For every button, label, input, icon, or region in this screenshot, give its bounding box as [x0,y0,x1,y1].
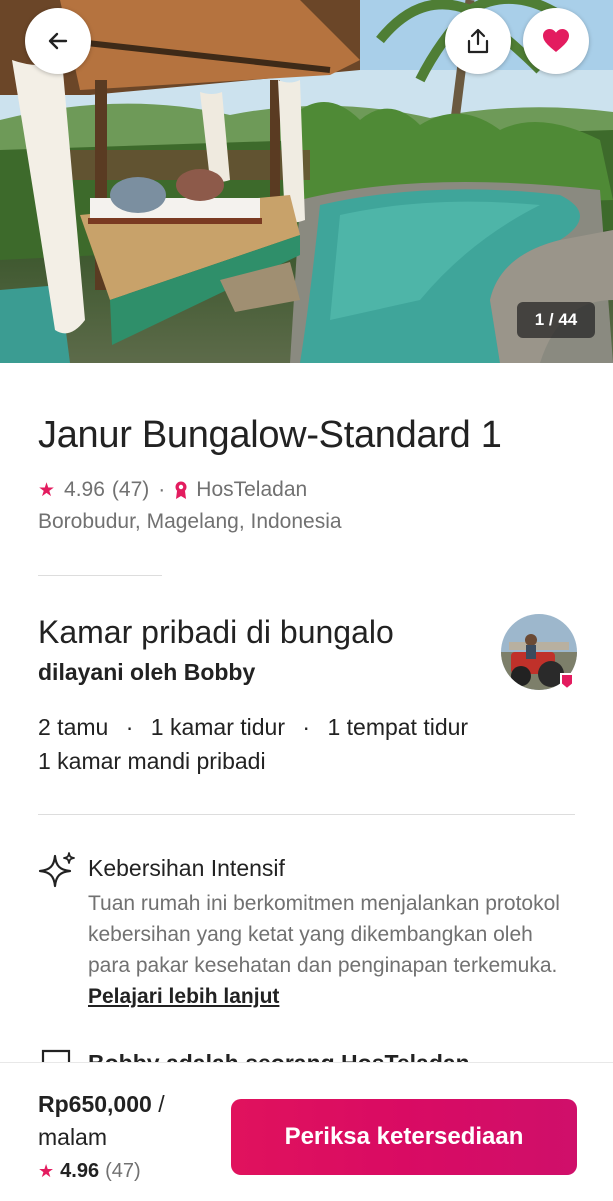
host-avatar-image [501,614,577,691]
back-button[interactable] [25,8,91,74]
learn-more-link[interactable]: Pelajari lebih lanjut [88,985,279,1008]
listing-title: Janur Bungalow-Standard 1 [38,414,502,456]
price-separator: / [158,1091,165,1117]
divider [38,814,575,815]
guest-count: 2 tamu [38,714,109,740]
review-count: (47) [105,1160,141,1182]
review-count[interactable]: (47) [112,478,149,502]
price-line: Rp650,000 / [38,1091,165,1118]
superhost-badge-icon [175,481,187,499]
highlight-description-text: Tuan rumah ini berkomitmen menjalankan p… [88,892,560,977]
share-button[interactable] [445,8,511,74]
share-icon [467,28,489,54]
rating-value: 4.96 [64,478,105,501]
separator-dot: · [125,714,134,740]
separator-dot: · [158,478,166,501]
room-capacity: 2 tamu · 1 kamar tidur · 1 tempat tidur [38,714,468,741]
save-to-wishlist-button[interactable] [523,8,589,74]
price-unit: malam [38,1124,108,1150]
booking-rating[interactable]: ★ 4.96 (47) [38,1160,141,1183]
listing-photo[interactable]: 1 / 44 [0,0,613,363]
star-icon: ★ [38,1161,55,1181]
arrow-left-icon [48,32,68,50]
divider [38,575,162,576]
sparkle-icon [38,852,75,888]
highlight-title: Kebersihan Intensif [88,855,285,881]
highlight-description: Tuan rumah ini berkomitmen menjalankan p… [88,888,568,1012]
host-avatar[interactable] [501,614,577,691]
check-availability-button[interactable]: Periksa ketersediaan [231,1099,577,1175]
room-type-title: Kamar pribadi di bungalo [38,614,394,650]
star-icon: ★ [38,479,56,501]
separator-dot: · [302,714,311,740]
photo-counter: 1 / 44 [517,302,595,338]
listing-meta: ★ 4.96 (47) · HosTeladan [38,478,307,502]
bed-count: 1 tempat tidur [327,714,469,740]
nightly-price: Rp650,000 [38,1091,152,1117]
heart-icon [543,29,569,52]
bedroom-count: 1 kamar tidur [150,714,285,740]
host-line: dilayani oleh Bobby [38,659,256,685]
superhost-label: HosTeladan [196,478,308,501]
booking-bar: Rp650,000 / malam ★ 4.96 (47) Periksa ke… [0,1062,613,1201]
bathroom-count: 1 kamar mandi pribadi [38,748,266,774]
rating-value: 4.96 [60,1160,100,1182]
listing-location[interactable]: Borobudur, Magelang, Indonesia [38,510,342,534]
